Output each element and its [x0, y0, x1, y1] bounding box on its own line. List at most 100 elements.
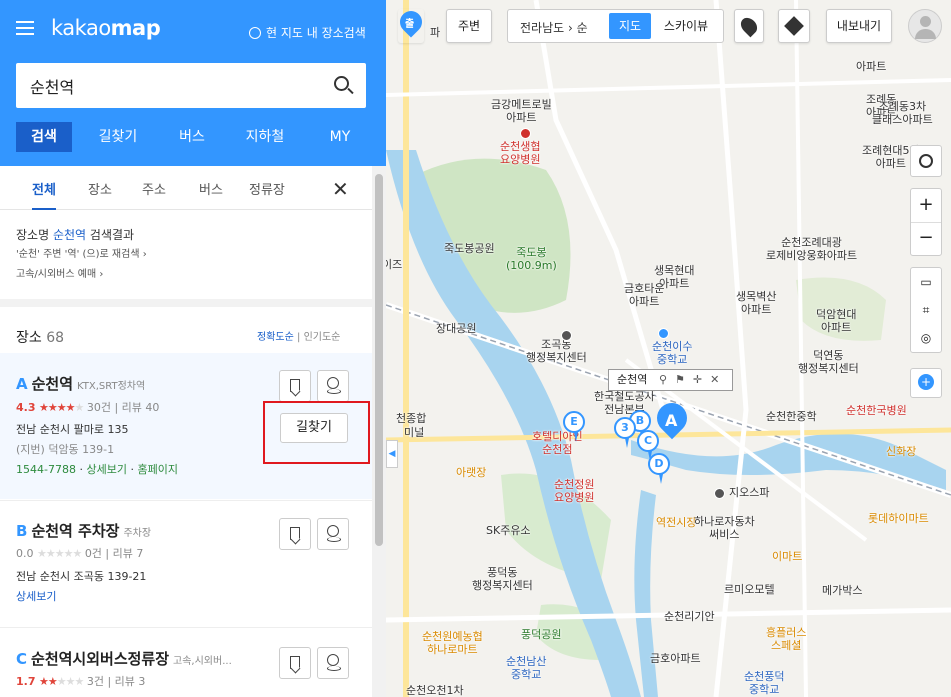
pin-button[interactable]	[317, 370, 349, 402]
map-label[interactable]: 장대공원	[436, 322, 476, 335]
map-label[interactable]: 금강메트로빌 아파트	[491, 98, 552, 124]
map-label[interactable]: 르미오모텔	[724, 583, 775, 596]
nav-directions[interactable]: 길찾기	[92, 122, 144, 152]
skyview-button[interactable]: 스카이뷰	[656, 13, 716, 39]
map-view-button[interactable]: 지도	[609, 13, 651, 39]
pin-button[interactable]	[317, 647, 349, 679]
marker-c-alt[interactable]: 3	[614, 417, 636, 448]
map-label[interactable]: 이마트	[772, 550, 802, 563]
result-name[interactable]: 순천역 주차장	[31, 522, 119, 540]
map-label[interactable]: 순천한중학	[766, 410, 817, 423]
tab-address[interactable]: 주소	[142, 179, 166, 198]
nav-bus[interactable]: 버스	[170, 122, 214, 152]
result-name[interactable]: 순천역시외버스정류장	[31, 650, 169, 668]
map-area-search-toggle[interactable]: 현 지도 내 장소검색	[249, 24, 366, 41]
roadview-button[interactable]	[734, 9, 764, 43]
map-label[interactable]: 순천정원 요양병원	[554, 478, 594, 504]
area-icon[interactable]: ⌗	[911, 296, 941, 324]
map-label[interactable]: 이즈	[386, 258, 402, 271]
scrollbar[interactable]	[372, 166, 386, 697]
tab-bus[interactable]: 버스	[199, 179, 223, 198]
nav-subway[interactable]: 지하철	[240, 122, 290, 152]
map-label[interactable]: 금호타운 아파트	[624, 282, 664, 308]
bookmark-button[interactable]	[279, 647, 311, 679]
zoom-out-button[interactable]: −	[911, 223, 941, 255]
review-link[interactable]: 리뷰 40	[122, 401, 160, 414]
map-label[interactable]: 순천원예농협 하나로마트	[422, 630, 483, 656]
map-label[interactable]: 하나로자동차 써비스	[694, 515, 755, 541]
tab-all[interactable]: 전체	[32, 179, 56, 210]
layers-button[interactable]	[778, 9, 810, 43]
map-label[interactable]: 순천리기안	[664, 610, 715, 623]
detail-link[interactable]: 상세보기	[86, 463, 126, 476]
pin-button[interactable]	[317, 518, 349, 550]
map-label[interactable]: 죽도봉 (100.9m)	[506, 246, 557, 272]
map-label[interactable]: 덕암현대 아파트	[816, 308, 856, 334]
map-label[interactable]: 순천한국병원	[846, 404, 907, 417]
map-label[interactable]: 풍덕공원	[521, 628, 561, 641]
scrollbar-thumb[interactable]	[375, 174, 383, 546]
collapse-sidebar-button[interactable]: ◀	[386, 440, 398, 468]
hospital-icon[interactable]	[520, 128, 531, 139]
office-icon[interactable]	[561, 330, 572, 341]
kakaomap-logo[interactable]: kakaomap	[51, 16, 161, 40]
map-label[interactable]: 롯데하이마트	[868, 512, 929, 525]
map-label[interactable]: 풍덕동 행정복지센터	[472, 566, 533, 592]
zoom-in-button[interactable]: +	[911, 189, 941, 223]
research-link[interactable]: '순천' 주변 '역' (으)로 재검색 ›	[16, 245, 147, 265]
nav-search[interactable]: 검색	[16, 122, 72, 152]
map-label[interactable]: 지오스파	[729, 486, 769, 499]
map-label[interactable]: 신화장	[886, 445, 916, 458]
map-label[interactable]: 아파트	[856, 60, 886, 73]
result-item[interactable]: B 순천역 주차장 주차장 0.0 ★★★★★ 0건 | 리뷰 7 전남 순천시 조…	[0, 500, 372, 626]
map-label[interactable]: 역전시장	[656, 516, 696, 529]
nearby-button[interactable]: 주변	[446, 9, 492, 43]
map-label[interactable]: 순천오천1차	[406, 684, 464, 697]
marker-e[interactable]: E	[563, 411, 585, 442]
review-link[interactable]: 리뷰 7	[113, 547, 144, 560]
current-location-button[interactable]	[910, 145, 942, 177]
nav-my[interactable]: MY	[322, 122, 358, 152]
bookmark-button[interactable]	[279, 370, 311, 402]
map-label[interactable]: 덕연동 행정복지센터	[798, 349, 859, 375]
search-icon[interactable]	[334, 76, 349, 91]
result-name[interactable]: 순천역	[32, 375, 73, 393]
result-item[interactable]: C 순천역시외버스정류장 고속,시외버... 1.7 ★★★★★ 3건 | 리뷰 3	[0, 627, 372, 697]
sort-accuracy[interactable]: 정확도순	[257, 332, 294, 343]
map-label[interactable]: 천종합	[396, 412, 426, 425]
bookmark-button[interactable]	[279, 518, 311, 550]
review-link[interactable]: 리뷰 3	[115, 675, 146, 688]
sort-popular[interactable]: 인기도순	[304, 332, 341, 343]
map-label[interactable]: 순천남산 중학교	[506, 655, 546, 681]
avatar[interactable]	[908, 9, 942, 43]
popup-actions-icon[interactable]: ⚲⚑✛✕	[659, 370, 727, 390]
region-breadcrumb[interactable]: 전라남도 › 순	[520, 19, 588, 36]
map-label[interactable]: 조곡동 행정복지센터	[526, 338, 587, 364]
export-button[interactable]: 내보내기	[826, 9, 892, 43]
search-input[interactable]	[30, 74, 320, 98]
map-label[interactable]: 아랫장	[456, 466, 486, 479]
start-marker-button[interactable]: 출	[395, 6, 427, 43]
map-canvas[interactable]: 금강메트로빌 아파트 순천생협 요양병원 죽도봉공원 죽도봉 (100.9m) 장대공…	[386, 0, 951, 697]
map-label[interactable]: 흥플러스 스페셜	[766, 626, 806, 652]
map-label[interactable]: 미널	[404, 426, 424, 439]
marker-d[interactable]: D	[648, 453, 670, 484]
school-icon[interactable]	[658, 328, 669, 339]
marker-c[interactable]: C	[637, 430, 659, 461]
place-popup[interactable]: 순천역 ⚲⚑✛✕	[608, 369, 733, 391]
map-label[interactable]: 생목벽산 아파트	[736, 290, 776, 316]
close-icon[interactable]: ✕	[332, 177, 349, 201]
map-label[interactable]: 죽도봉공원	[444, 242, 495, 255]
map-label[interactable]: 금호아파트	[650, 652, 701, 665]
ruler-icon[interactable]: ▭	[911, 268, 941, 296]
map-label[interactable]: 조례동3차 클래스아파트	[872, 100, 933, 126]
map-label[interactable]: 순천이수 중학교	[652, 340, 692, 366]
map-label[interactable]: 순천풍덕 중학교	[744, 670, 784, 696]
map-label[interactable]: 순천생협 요양병원	[500, 140, 540, 166]
map-label[interactable]: 메가박스	[822, 584, 862, 597]
map-label[interactable]: 순천조례대광 로제비앙웅화아파트	[766, 236, 857, 262]
tab-stop[interactable]: 정류장	[249, 179, 285, 198]
map-label[interactable]: SK주유소	[486, 524, 531, 537]
bus-booking-link[interactable]: 고속/시외버스 예매 ›	[16, 265, 147, 285]
spa-icon[interactable]	[714, 488, 725, 499]
